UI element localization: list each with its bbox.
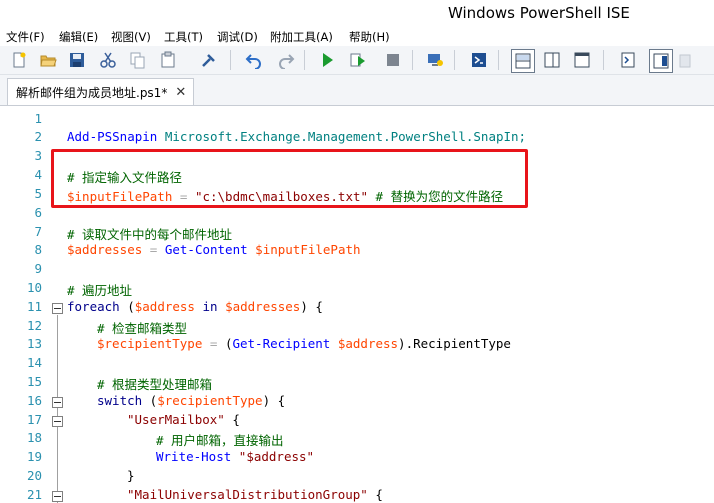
collapse-icon[interactable]: [52, 303, 63, 314]
show-commands-icon[interactable]: [617, 49, 639, 71]
undo-icon[interactable]: [243, 49, 265, 71]
menu-edit[interactable]: 编辑(E): [59, 29, 98, 45]
code-line: Add-PSSnapin Microsoft.Exchange.Manageme…: [67, 129, 527, 144]
line-number: 15: [26, 374, 42, 389]
menu-help[interactable]: 帮助(H): [349, 29, 390, 45]
run-selection-icon[interactable]: [347, 49, 369, 71]
code-line: # 检查邮箱类型: [97, 321, 188, 336]
line-number: 4: [34, 167, 42, 182]
code-line: "UserMailbox" {: [127, 412, 240, 427]
line-number: 21: [26, 487, 42, 502]
line-number: 8: [34, 242, 42, 257]
menu-view[interactable]: 视图(V): [111, 29, 151, 45]
menu-file[interactable]: 文件(F): [6, 29, 45, 45]
toolbar-separator: [454, 50, 455, 70]
line-number: 16: [26, 393, 42, 408]
line-number: 7: [34, 224, 42, 239]
show-script-right-icon[interactable]: [541, 49, 563, 71]
menu-bar: 文件(F) 编辑(E) 视图(V) 工具(T) 调试(D) 附加工具(A) 帮助…: [0, 28, 714, 46]
line-number: 10: [26, 280, 42, 295]
fold-guide: [57, 315, 58, 503]
line-number: 1: [34, 111, 42, 126]
line-number: 17: [26, 412, 42, 427]
code-line: # 根据类型处理邮箱: [97, 377, 213, 392]
toolbar-separator: [230, 50, 231, 70]
cut-icon[interactable]: [97, 49, 119, 71]
collapse-icon[interactable]: [52, 416, 63, 427]
toolbar-separator: [412, 50, 413, 70]
line-number: 18: [26, 430, 42, 445]
tab-strip: 解析邮件组为成员地址.ps1* ✕: [0, 75, 714, 105]
menu-debug[interactable]: 调试(D): [217, 29, 258, 45]
code-line: Write-Host "$address": [156, 449, 315, 464]
line-number: 20: [26, 468, 42, 483]
collapse-icon[interactable]: [52, 397, 63, 408]
toolbar-separator: [304, 50, 305, 70]
toolbar: [0, 46, 714, 75]
title-bar: Windows PowerShell ISE: [0, 0, 714, 28]
code-line: # 用户邮箱，直接输出: [156, 433, 284, 448]
save-icon[interactable]: [66, 49, 88, 71]
copy-icon[interactable]: [126, 49, 148, 71]
toolbar-separator: [498, 50, 499, 70]
show-script-max-icon[interactable]: [571, 49, 593, 71]
new-remote-tab-icon[interactable]: [424, 49, 446, 71]
paste-icon[interactable]: [157, 49, 179, 71]
code-line: # 读取文件中的每个邮件地址: [67, 227, 233, 242]
close-icon[interactable]: ✕: [175, 85, 186, 100]
line-number: 6: [34, 205, 42, 220]
line-number: 9: [34, 261, 42, 276]
show-script-top-icon[interactable]: [511, 49, 535, 73]
code-line: $recipientType = (Get-Recipient $address…: [97, 336, 511, 351]
stop-icon[interactable]: [382, 49, 404, 71]
code-line: "MailUniversalDistributionGroup" {: [127, 487, 383, 502]
redo-icon[interactable]: [275, 49, 297, 71]
line-number: 5: [34, 186, 42, 201]
script-tab-label: 解析邮件组为成员地址.ps1*: [16, 85, 168, 100]
run-script-icon[interactable]: [316, 49, 338, 71]
collapse-icon[interactable]: [52, 491, 63, 502]
line-number: 11: [26, 299, 42, 314]
show-command-addon-icon[interactable]: [649, 49, 673, 73]
menu-tools[interactable]: 工具(T): [164, 29, 203, 45]
toolbar-overflow-icon[interactable]: [678, 49, 692, 71]
clear-icon[interactable]: [198, 49, 220, 71]
open-file-icon[interactable]: [37, 49, 59, 71]
line-number: 2: [34, 129, 42, 144]
menu-addons[interactable]: 附加工具(A): [270, 29, 333, 45]
toolbar-separator: [603, 50, 604, 70]
script-tab[interactable]: 解析邮件组为成员地址.ps1* ✕: [7, 78, 194, 105]
line-number: 19: [26, 449, 42, 464]
line-number: 13: [26, 336, 42, 351]
line-number: 14: [26, 355, 42, 370]
window-title: Windows PowerShell ISE: [448, 4, 630, 22]
code-line: $addresses = Get-Content $inputFilePath: [67, 242, 361, 257]
line-number: 3: [34, 148, 42, 163]
code-line: # 遍历地址: [67, 283, 133, 298]
code-line: }: [127, 468, 135, 483]
code-line: switch ($recipientType) {: [97, 393, 286, 408]
new-file-icon[interactable]: [8, 49, 30, 71]
highlight-box: [51, 149, 528, 208]
start-powershell-icon[interactable]: [468, 49, 490, 71]
line-number: 12: [26, 318, 42, 333]
code-line: foreach ($address in $addresses) {: [67, 299, 323, 314]
